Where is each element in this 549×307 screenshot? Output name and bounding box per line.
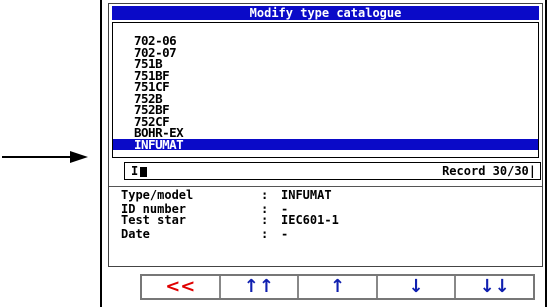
back-button[interactable]: << <box>142 276 221 298</box>
back-icon: << <box>165 276 196 297</box>
detail-value: IEC601-1 <box>281 213 339 227</box>
list-item[interactable]: 752B <box>113 92 538 105</box>
page-down-icon: ↓↓ <box>479 276 510 297</box>
pointer-arrow-icon <box>2 151 88 163</box>
window-title: Modify type catalogue <box>112 6 539 20</box>
device-frame: Modify type catalogue 702-06 702-07 751B… <box>100 0 547 307</box>
search-input[interactable]: I <box>131 164 148 179</box>
detail-label: Type/model <box>121 188 194 202</box>
divider <box>109 186 542 187</box>
list-item[interactable]: 751CF <box>113 81 538 93</box>
detail-separator: : <box>261 188 269 202</box>
page-up-button[interactable]: ↑↑ <box>221 276 300 298</box>
details-panel: Type/model : INFUMAT ID number : - Test … <box>115 188 540 241</box>
detail-value: INFUMAT <box>281 188 332 202</box>
list-item[interactable]: 752BF <box>113 104 538 116</box>
detail-row: Test star : IEC601-1 <box>115 213 540 229</box>
list-item-selected[interactable]: INFUMAT <box>113 138 538 150</box>
record-counter: Record 30/30| <box>442 164 536 178</box>
detail-separator: : <box>261 213 269 227</box>
up-button[interactable]: ↑ <box>299 276 378 298</box>
page-down-button[interactable]: ↓↓ <box>456 276 533 298</box>
detail-separator: : <box>261 227 269 241</box>
page-up-icon: ↑↑ <box>243 276 274 297</box>
up-icon: ↑ <box>329 276 346 297</box>
text-cursor <box>140 166 148 177</box>
list-item[interactable]: 702-06 <box>113 35 538 47</box>
down-button[interactable]: ↓ <box>378 276 457 298</box>
navigation-bar: << ↑↑ ↑ ↓ ↓↓ <box>140 274 535 300</box>
down-icon: ↓ <box>408 276 424 297</box>
status-bar: I Record 30/30| <box>124 162 541 180</box>
screen: Modify type catalogue 702-06 702-07 751B… <box>108 3 543 267</box>
list-item[interactable]: 702-07 <box>113 46 538 59</box>
type-list[interactable]: 702-06 702-07 751B 751BF 751CF 752B 752B… <box>112 22 539 158</box>
detail-label: Date <box>121 227 150 241</box>
detail-value: - <box>281 227 289 241</box>
list-item[interactable]: 751BF <box>113 69 538 82</box>
detail-label: Test star <box>121 213 187 227</box>
detail-row: Date : - <box>115 227 540 241</box>
list-item[interactable]: 751B <box>113 58 538 70</box>
search-input-value: I <box>131 164 139 178</box>
